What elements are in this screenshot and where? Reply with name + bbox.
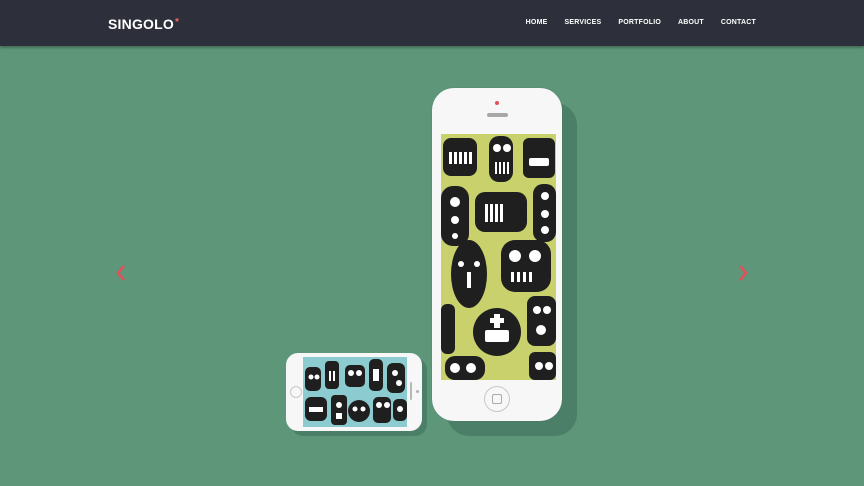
vertical-phone[interactable] [432,88,562,421]
vertical-phone-screen[interactable] [441,134,556,380]
nav-about[interactable]: ABOUT [678,19,704,26]
phone-home-button-small[interactable] [290,386,302,398]
phone-camera-small [416,390,419,393]
nav-contact[interactable]: CONTACT [721,19,756,26]
logo-star: * [174,17,180,28]
robot-monsters-pattern-small-icon [305,359,407,425]
phone-speaker [487,113,508,117]
robot-monsters-pattern-icon [441,136,556,380]
logo[interactable]: SINGOLO* [108,16,179,32]
nav-home[interactable]: HOME [526,19,548,26]
nav-services[interactable]: SERVICES [564,19,601,26]
chevron-right-icon [739,265,748,281]
nav-portfolio[interactable]: PORTFOLIO [618,19,661,26]
phone-speaker-small [410,382,412,400]
phone-camera [495,101,499,105]
horizontal-phone-screen[interactable] [303,357,407,427]
logo-text: SINGOLO [108,16,174,32]
phone-home-button[interactable] [484,386,510,412]
slider-prev-button[interactable] [113,263,129,283]
main-nav: HOME SERVICES PORTFOLIO ABOUT CONTACT [526,19,756,26]
slider-next-button[interactable] [735,263,751,283]
site-header: SINGOLO* HOME SERVICES PORTFOLIO ABOUT C… [0,0,864,46]
chevron-left-icon [116,265,125,281]
horizontal-phone[interactable] [286,353,422,431]
